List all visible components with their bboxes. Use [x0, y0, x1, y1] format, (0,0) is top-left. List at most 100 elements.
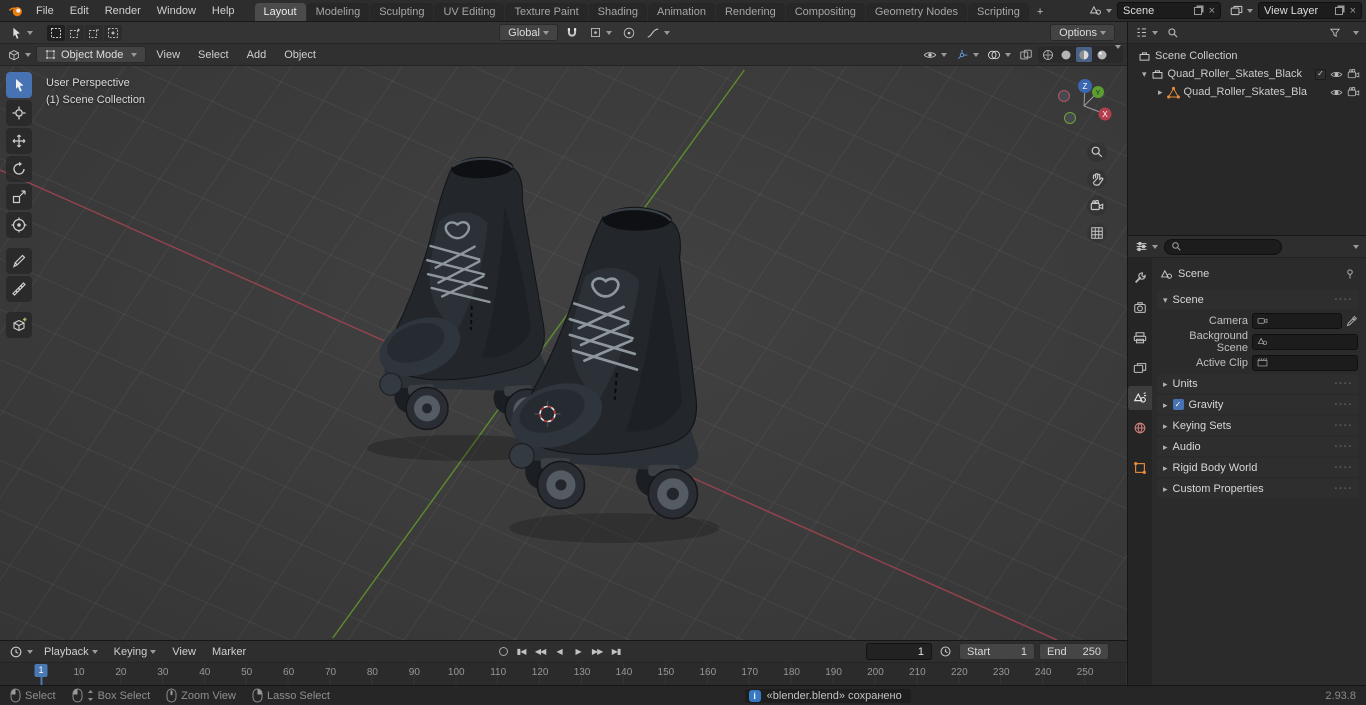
object-row[interactable]: Quad_Roller_Skates_Bla [1128, 83, 1366, 101]
panel-rigid-body-world[interactable]: Rigid Body World [1157, 458, 1359, 477]
browse-view-layer-icon[interactable] [1227, 2, 1256, 20]
panel-keying-sets[interactable]: Keying Sets [1157, 416, 1359, 435]
exclude-checkbox[interactable] [1315, 68, 1326, 80]
scene-name-field[interactable]: Scene [1117, 2, 1221, 19]
jump-to-start-button[interactable] [513, 645, 530, 658]
menu-render[interactable]: Render [97, 0, 149, 21]
camera-field[interactable] [1252, 312, 1342, 329]
select-mode-new-button[interactable] [47, 24, 65, 41]
select-mode-invert-button[interactable] [104, 24, 122, 41]
play-button[interactable] [570, 645, 587, 658]
playback-menu[interactable]: Playback [36, 646, 106, 658]
shading-rendered-button[interactable] [1094, 47, 1110, 62]
mode-dropdown[interactable]: Object Mode [36, 46, 147, 63]
select-mode-extend-button[interactable] [66, 24, 84, 41]
properties-editor-dropdown[interactable] [1132, 238, 1161, 256]
active-clip-field[interactable] [1252, 354, 1358, 371]
panel-custom-properties[interactable]: Custom Properties [1157, 479, 1359, 498]
drag-dots-icon[interactable] [1334, 483, 1353, 495]
tab-geometry-nodes[interactable]: Geometry Nodes [865, 3, 968, 21]
proportional-edit-toggle[interactable] [619, 24, 639, 42]
menu-help[interactable]: Help [204, 0, 243, 21]
tab-layout[interactable]: Layout [254, 3, 306, 21]
save-status-message[interactable]: «blender.blend» сохранено [744, 688, 911, 703]
tab-shading[interactable]: Shading [588, 3, 648, 21]
zoom-icon[interactable] [1087, 142, 1107, 162]
disable-render-icon[interactable] [1347, 86, 1360, 99]
drag-dots-icon[interactable] [1334, 399, 1353, 411]
timeline-view-menu[interactable]: View [164, 646, 204, 658]
drag-dots-icon[interactable] [1334, 378, 1353, 390]
hide-eye-icon[interactable] [1330, 68, 1343, 81]
scene-collection-row[interactable]: Scene Collection [1128, 47, 1366, 65]
previous-keyframe-button[interactable] [532, 645, 549, 658]
delete-scene-icon[interactable] [1209, 5, 1215, 17]
disclosure-triangle[interactable] [1163, 378, 1168, 390]
measure-tool-button[interactable] [6, 276, 32, 302]
rotate-tool-button[interactable] [6, 156, 32, 182]
tab-scene-properties[interactable] [1128, 386, 1152, 410]
shading-wireframe-button[interactable] [1040, 47, 1056, 62]
blender-logo-icon[interactable] [4, 0, 28, 21]
tab-world-properties[interactable] [1128, 416, 1152, 440]
disclosure-triangle[interactable] [1163, 462, 1168, 474]
tab-rendering[interactable]: Rendering [715, 3, 785, 21]
transform-orientation-dropdown[interactable]: Global [499, 24, 558, 41]
drag-dots-icon[interactable] [1334, 441, 1353, 453]
panel-audio[interactable]: Audio [1157, 437, 1359, 456]
disable-render-icon[interactable] [1347, 68, 1360, 81]
menu-edit[interactable]: Edit [62, 0, 97, 21]
drag-dots-icon[interactable] [1334, 294, 1353, 306]
new-scene-icon[interactable] [1193, 6, 1202, 15]
disclosure-triangle[interactable] [1142, 68, 1147, 80]
tab-view-layer-properties[interactable] [1128, 356, 1152, 380]
camera-view-icon[interactable] [1087, 196, 1107, 216]
object-type-visibility-dropdown[interactable] [920, 46, 950, 64]
object-menu[interactable]: Object [276, 49, 324, 61]
menu-file[interactable]: File [28, 0, 62, 21]
axis-neg-x-ball[interactable] [1058, 90, 1070, 102]
shading-material-button[interactable] [1076, 47, 1092, 62]
hide-eye-icon[interactable] [1330, 86, 1343, 99]
options-dropdown[interactable]: Options [1050, 24, 1115, 41]
tab-sculpting[interactable]: Sculpting [370, 3, 434, 21]
proportional-falloff-dropdown[interactable] [643, 24, 673, 42]
disclosure-triangle[interactable] [1163, 483, 1168, 495]
current-frame-field[interactable]: 1 [865, 643, 932, 660]
keying-menu[interactable]: Keying [106, 646, 165, 658]
tab-tool-properties[interactable] [1128, 266, 1152, 290]
cursor-tool-button[interactable] [6, 100, 32, 126]
tab-compositing[interactable]: Compositing [785, 3, 865, 21]
background-scene-field[interactable] [1252, 333, 1358, 350]
add-cube-tool-button[interactable] [6, 312, 32, 338]
tab-uv-editing[interactable]: UV Editing [434, 3, 505, 21]
tab-render-properties[interactable] [1128, 296, 1152, 320]
view-menu[interactable]: View [148, 49, 188, 61]
add-menu[interactable]: Add [239, 49, 275, 61]
disclosure-triangle[interactable] [1163, 399, 1168, 411]
add-workspace-button[interactable]: + [1030, 3, 1050, 21]
scale-tool-button[interactable] [6, 184, 32, 210]
view-layer-name-field[interactable]: View Layer [1258, 2, 1362, 19]
move-tool-button[interactable] [6, 128, 32, 154]
viewport-3d[interactable]: User Perspective (1) Scene Collection Z … [0, 66, 1127, 640]
disclosure-triangle[interactable] [1163, 420, 1168, 432]
disclosure-triangle[interactable] [1163, 294, 1168, 306]
frame-end-field[interactable]: End 250 [1038, 643, 1109, 660]
timeline-ruler[interactable]: 10 20 30 40 50 60 70 80 90 100 110 120 130 140 150 160 1… [0, 663, 1127, 685]
outliner-search-icon[interactable] [1164, 24, 1182, 42]
active-tool-dropdown[interactable] [6, 24, 36, 42]
select-mode-subtract-button[interactable] [85, 24, 103, 41]
properties-search-input[interactable] [1164, 238, 1282, 255]
outliner-options-dropdown[interactable] [1347, 24, 1362, 42]
panel-gravity[interactable]: Gravity [1157, 395, 1359, 414]
select-menu[interactable]: Select [190, 49, 237, 61]
panel-units[interactable]: Units [1157, 374, 1359, 393]
pin-icon[interactable] [1344, 268, 1356, 280]
menu-window[interactable]: Window [149, 0, 204, 21]
timeline-editor-dropdown[interactable] [6, 643, 36, 661]
disclosure-triangle[interactable] [1163, 441, 1168, 453]
collection-row[interactable]: Quad_Roller_Skates_Black [1128, 65, 1366, 83]
editor-type-dropdown[interactable] [4, 46, 34, 64]
navigation-gizmo[interactable]: Z Y X [1057, 76, 1113, 132]
